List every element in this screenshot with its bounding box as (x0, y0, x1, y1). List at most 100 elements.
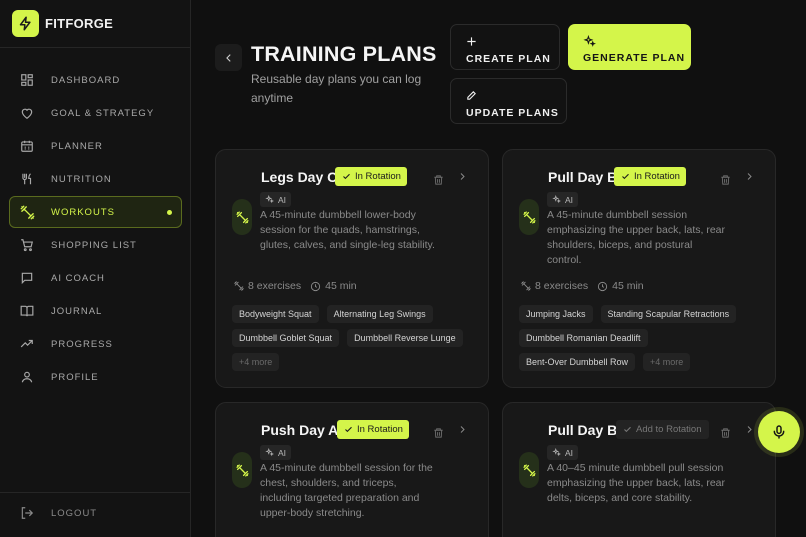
back-button[interactable] (215, 44, 242, 71)
plan-card[interactable]: Pull Day B Add to Rotation AI A 40–45 mi… (502, 402, 776, 537)
logout-label: LOGOUT (51, 507, 98, 519)
create-plan-button[interactable]: CREATE PLAN (450, 24, 560, 70)
trash-icon[interactable] (433, 426, 444, 444)
chevron-right-icon[interactable] (745, 422, 754, 440)
sidebar-item-label: DASHBOARD (51, 74, 121, 86)
dumbbell-icon (519, 452, 539, 488)
divider (0, 47, 191, 48)
dumbbell-icon (519, 199, 539, 235)
logout-icon (19, 505, 35, 521)
microphone-icon (773, 425, 785, 439)
more-exercises-chip[interactable]: +4 more (643, 353, 691, 371)
in-rotation-badge[interactable]: In Rotation (337, 420, 409, 439)
sidebar-item-workouts[interactable]: WORKOUTS (9, 196, 182, 228)
plan-title: Push Day A (261, 422, 339, 438)
exercise-chip: Alternating Leg Swings (326, 305, 433, 323)
check-icon (623, 425, 632, 434)
duration-label: 45 min (612, 280, 644, 292)
dumbbell-icon (19, 204, 35, 220)
duration-label: 45 min (325, 280, 357, 292)
exercise-count-label: 8 exercises (535, 280, 589, 292)
check-icon (342, 172, 351, 181)
duration: 45 min (597, 280, 644, 292)
plan-card[interactable]: Push Day A In Rotation AI A 45-minute du… (215, 402, 489, 537)
sidebar-item-dashboard[interactable]: DASHBOARD (9, 64, 182, 96)
trash-icon[interactable] (720, 173, 731, 191)
logout-button[interactable]: LOGOUT (9, 497, 182, 530)
dumbbell-icon (232, 199, 252, 235)
brand-name: FITFORGE (45, 16, 114, 31)
brand[interactable]: FITFORGE (12, 10, 113, 37)
sidebar-item-ai-coach[interactable]: AI COACH (9, 262, 182, 294)
update-plans-label: UPDATE PLANS (466, 107, 559, 119)
sidebar-item-shopping-list[interactable]: SHOPPING LIST (9, 229, 182, 261)
sidebar: FITFORGE DASHBOARD GOAL & STRATEGY PLANN… (0, 0, 191, 537)
bolt-icon (12, 10, 39, 37)
plan-card[interactable]: Pull Day B In Rotation AI A 45-minute du… (502, 149, 776, 388)
page-subtitle: Reusable day plans you can log anytime (251, 72, 422, 105)
generate-plan-button[interactable]: GENERATE PLAN (568, 24, 691, 70)
exercise-count: 8 exercises (234, 280, 301, 292)
active-indicator (167, 210, 172, 215)
plan-meta: 8 exercises 45 min (234, 280, 366, 292)
chevron-right-icon[interactable] (458, 422, 467, 440)
user-icon (19, 369, 35, 385)
ai-label: AI (565, 447, 574, 458)
chevron-right-icon[interactable] (458, 169, 467, 187)
badge-label: In Rotation (355, 171, 401, 182)
update-plans-button[interactable]: UPDATE PLANS (450, 78, 567, 124)
add-to-rotation-button[interactable]: Add to Rotation (616, 420, 709, 439)
voice-input-button[interactable] (758, 411, 800, 453)
sidebar-item-label: PROFILE (51, 371, 99, 383)
check-icon (621, 172, 630, 181)
exercise-count: 8 exercises (521, 280, 588, 292)
sidebar-item-label: GOAL & STRATEGY (51, 107, 155, 119)
sidebar-item-journal[interactable]: JOURNAL (9, 295, 182, 327)
chat-icon (19, 270, 35, 286)
plan-meta: 8 exercises 45 min (521, 280, 653, 292)
exercise-count-label: 8 exercises (248, 280, 302, 292)
dumbbell-icon (232, 452, 252, 488)
in-rotation-badge[interactable]: In Rotation (335, 167, 407, 186)
plan-card[interactable]: Legs Day C In Rotation AI A 45-minute du… (215, 149, 489, 388)
sparkles-icon (552, 448, 561, 457)
calendar-icon (19, 138, 35, 154)
ai-tag: AI (260, 445, 292, 460)
sparkles-icon (265, 195, 274, 204)
sidebar-nav: DASHBOARD GOAL & STRATEGY PLANNER NUTRIT… (9, 64, 182, 394)
clock-icon (598, 281, 608, 291)
sidebar-item-label: PLANNER (51, 140, 103, 152)
sidebar-item-goal-strategy[interactable]: GOAL & STRATEGY (9, 97, 182, 129)
plan-description: A 45-minute dumbbell session emphasizing… (547, 209, 726, 266)
plus-icon (466, 36, 559, 49)
heart-icon (19, 105, 35, 121)
trash-icon[interactable] (433, 173, 444, 191)
sidebar-item-nutrition[interactable]: NUTRITION (9, 163, 182, 195)
plan-title: Pull Day B (548, 169, 618, 185)
generate-plan-label: GENERATE PLAN (583, 52, 686, 64)
dumbbell-icon (521, 281, 531, 291)
sidebar-item-label: WORKOUTS (51, 206, 115, 218)
fork-knife-icon (19, 171, 35, 187)
create-plan-label: CREATE PLAN (466, 53, 551, 65)
more-exercises-chip[interactable]: +4 more (232, 353, 280, 371)
page-title: TRAINING PLANS (251, 42, 437, 66)
exercise-chip: Dumbbell Romanian Deadlift (519, 329, 648, 347)
trash-icon[interactable] (720, 426, 731, 444)
badge-label: Add to Rotation (636, 424, 702, 435)
pencil-icon (466, 90, 566, 103)
ai-label: AI (278, 447, 287, 458)
sidebar-item-progress[interactable]: PROGRESS (9, 328, 182, 360)
chevron-right-icon[interactable] (745, 169, 754, 187)
sidebar-item-label: AI COACH (51, 272, 105, 284)
sidebar-item-logout[interactable]: LOGOUT (9, 497, 182, 529)
exercise-chip: Dumbbell Goblet Squat (232, 329, 340, 347)
sidebar-item-profile[interactable]: PROFILE (9, 361, 182, 393)
dumbbell-icon (234, 281, 244, 291)
sidebar-item-planner[interactable]: PLANNER (9, 130, 182, 162)
ai-tag: AI (260, 192, 292, 207)
in-rotation-badge[interactable]: In Rotation (614, 167, 686, 186)
ai-label: AI (565, 194, 574, 205)
exercise-chip: Standing Scapular Retractions (600, 305, 737, 323)
sidebar-item-label: NUTRITION (51, 173, 112, 185)
